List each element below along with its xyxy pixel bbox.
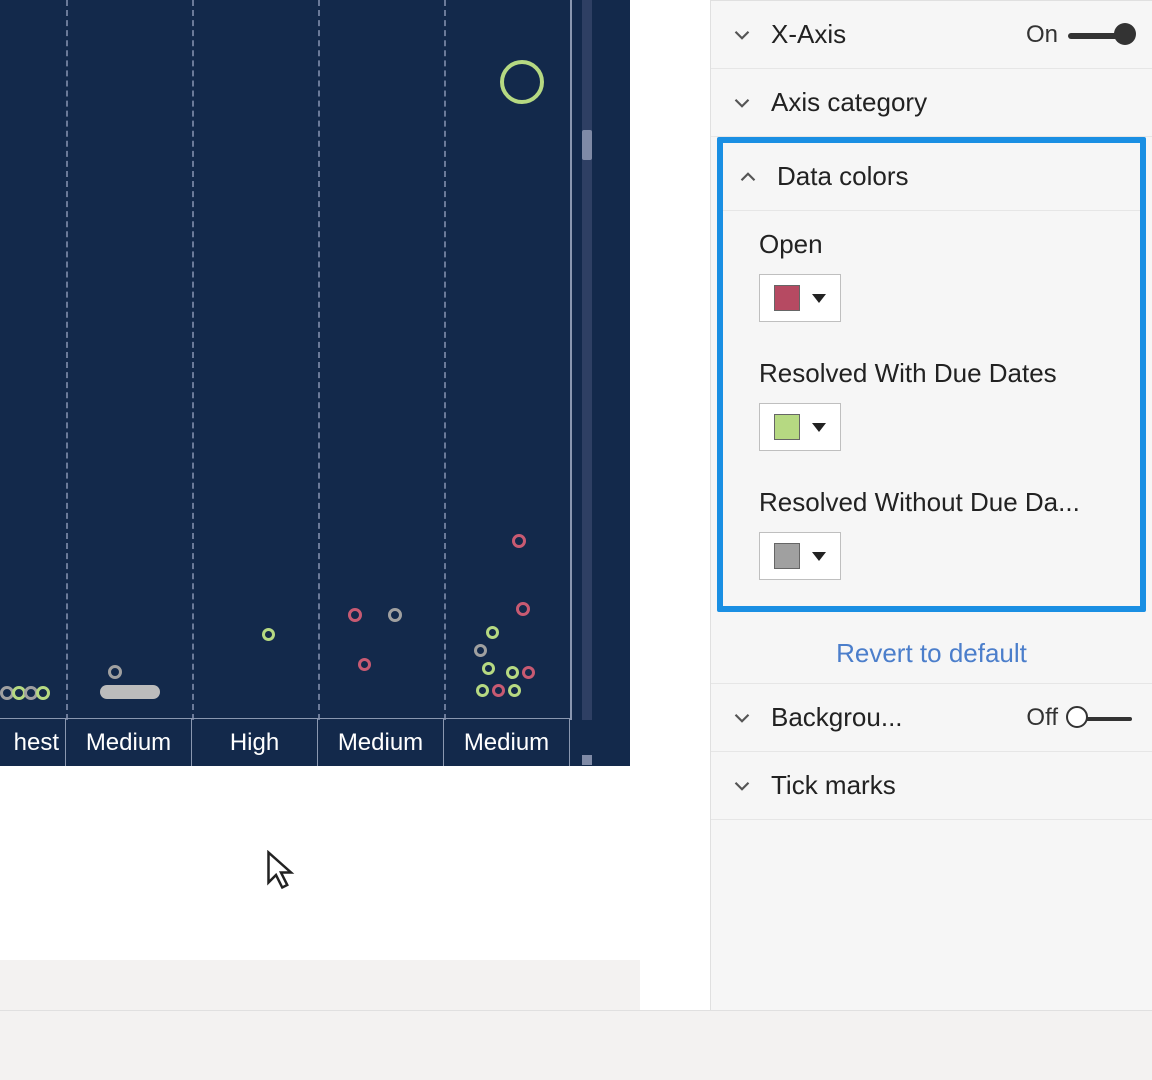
data-point[interactable] <box>36 686 50 700</box>
mouse-cursor-icon <box>266 850 296 890</box>
data-colors-section[interactable]: Data colors <box>723 143 1140 211</box>
chart-area: hest Medium High Medium Medium <box>0 0 640 1080</box>
data-point[interactable] <box>474 644 487 657</box>
caret-down-icon <box>812 552 826 561</box>
data-point[interactable] <box>358 658 371 671</box>
data-colors-label: Data colors <box>777 161 1120 192</box>
data-point[interactable] <box>476 684 489 697</box>
color-item-label: Resolved Without Due Da... <box>759 487 1140 518</box>
toggle-state-text: On <box>1026 21 1058 49</box>
background-toggle[interactable]: Off <box>1026 704 1132 732</box>
chevron-down-icon <box>729 773 755 799</box>
panel-divider <box>630 0 710 1080</box>
color-swatch <box>774 543 800 569</box>
color-swatch <box>774 414 800 440</box>
footer-bar <box>0 1010 1152 1080</box>
data-point[interactable] <box>492 684 505 697</box>
chevron-down-icon <box>729 22 755 48</box>
color-item-resolved-without-due: Resolved Without Due Da... <box>723 469 1140 606</box>
color-item-resolved-with-due: Resolved With Due Dates <box>723 340 1140 469</box>
data-colors-section-highlight: Data colors Open Resolved With Due Dates… <box>717 137 1146 612</box>
toggle-switch-on[interactable] <box>1068 31 1132 39</box>
background-section[interactable]: Backgrou... Off <box>711 683 1152 752</box>
data-point[interactable] <box>508 684 521 697</box>
format-panel: X-Axis On Axis category Data colors Open <box>710 0 1152 1080</box>
data-point[interactable] <box>512 534 526 548</box>
chevron-down-icon <box>729 705 755 731</box>
axis-label: High <box>192 718 318 766</box>
chart-scrollbar-track[interactable] <box>582 0 592 720</box>
caret-down-icon <box>812 423 826 432</box>
axis-label: Medium <box>66 718 192 766</box>
data-point[interactable] <box>486 626 499 639</box>
data-point[interactable] <box>500 60 544 104</box>
data-point[interactable] <box>348 608 362 622</box>
axis-category-label: Axis category <box>771 87 1132 118</box>
data-point[interactable] <box>506 666 519 679</box>
gridline <box>318 0 320 720</box>
axis-label: Medium <box>444 718 570 766</box>
gridline <box>444 0 446 720</box>
hscroll-thumb[interactable] <box>100 685 160 699</box>
data-point[interactable] <box>262 628 275 641</box>
color-picker-button[interactable] <box>759 274 841 322</box>
data-point[interactable] <box>522 666 535 679</box>
axis-label: Medium <box>318 718 444 766</box>
color-picker-button[interactable] <box>759 403 841 451</box>
color-swatch <box>774 285 800 311</box>
chevron-down-icon <box>729 90 755 116</box>
x-axis-labels: hest Medium High Medium Medium <box>0 718 630 766</box>
xaxis-toggle[interactable]: On <box>1026 21 1132 49</box>
chevron-up-icon <box>735 164 761 190</box>
scatter-chart[interactable]: hest Medium High Medium Medium <box>0 0 630 766</box>
background-label: Backgrou... <box>771 702 1026 733</box>
data-point[interactable] <box>388 608 402 622</box>
toggle-switch-off[interactable] <box>1068 714 1132 722</box>
tick-marks-section[interactable]: Tick marks <box>711 752 1152 820</box>
toggle-state-text: Off <box>1026 704 1058 732</box>
color-picker-button[interactable] <box>759 532 841 580</box>
data-point[interactable] <box>108 665 122 679</box>
chart-scrollbar-thumb[interactable] <box>582 130 592 160</box>
gridline <box>66 0 68 720</box>
revert-to-default-link[interactable]: Revert to default <box>711 612 1152 683</box>
plot-border-right <box>570 0 572 720</box>
color-item-label: Resolved With Due Dates <box>759 358 1140 389</box>
axis-label: hest <box>0 718 66 766</box>
gridline <box>192 0 194 720</box>
data-point[interactable] <box>482 662 495 675</box>
tick-marks-label: Tick marks <box>771 770 1132 801</box>
xaxis-label: X-Axis <box>771 19 1026 50</box>
color-item-label: Open <box>759 229 1140 260</box>
axis-category-section[interactable]: Axis category <box>711 69 1152 137</box>
data-point[interactable] <box>516 602 530 616</box>
color-item-open: Open <box>723 211 1140 340</box>
caret-down-icon <box>812 294 826 303</box>
xaxis-section[interactable]: X-Axis On <box>711 1 1152 69</box>
